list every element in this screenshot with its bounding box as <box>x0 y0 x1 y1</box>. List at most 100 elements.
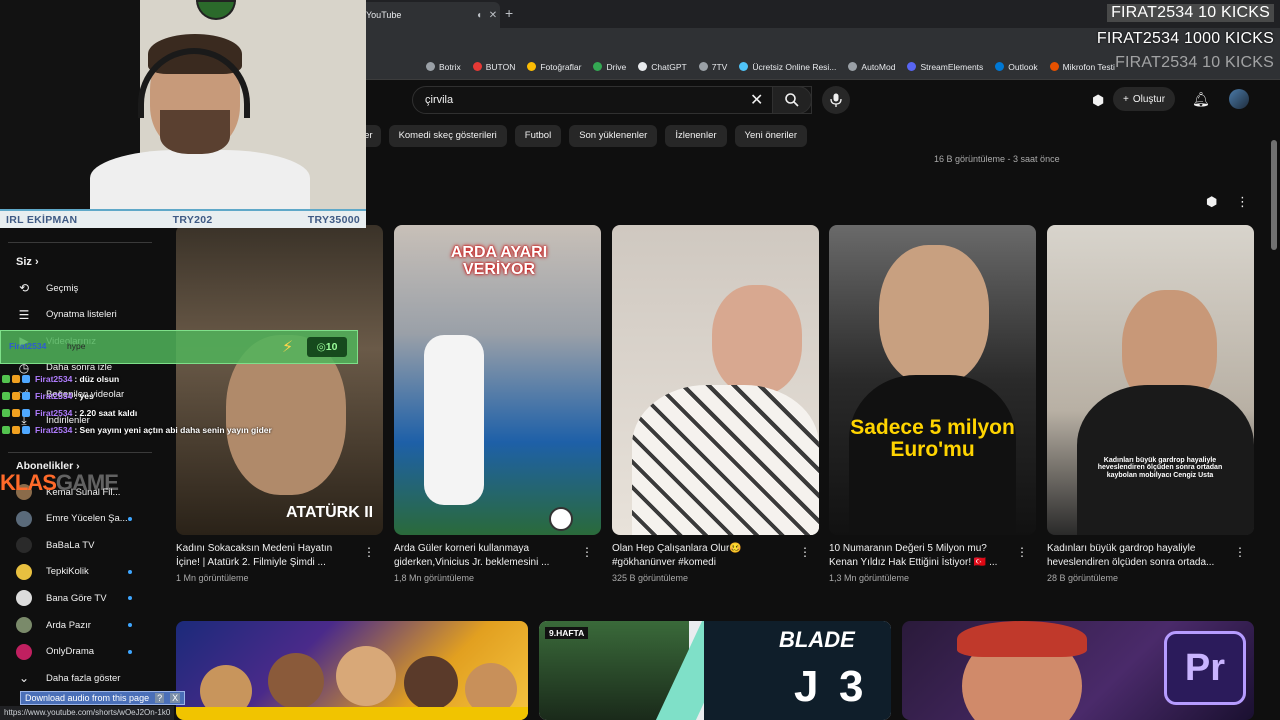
bookmark-item[interactable]: Drive <box>593 62 626 72</box>
short-views: 1 Mn görüntüleme <box>176 573 249 583</box>
video-thumbnail[interactable] <box>176 621 528 720</box>
chat-text: : Sen yayını yeni açtın abi daha senin y… <box>74 424 272 435</box>
sidebar-divider <box>8 242 152 243</box>
short-title[interactable]: 10 Numaranın Değeri 5 Milyon mu? Kenan Y… <box>829 542 1009 570</box>
player-illustration <box>424 335 484 505</box>
shorts-more-icon[interactable]: ⋮ <box>1236 194 1249 210</box>
donation-goal-bar: IRL EKİPMAN TRY202 TRY35000 <box>0 209 366 228</box>
thumbnail-number: 3 <box>839 662 864 711</box>
gift-badge-icon <box>22 391 30 400</box>
filter-chip[interactable]: Yeni öneriler <box>734 125 807 147</box>
filter-chip[interactable]: Son yüklenenler <box>569 125 658 147</box>
sidebar-you-heading[interactable]: Siz › <box>16 256 39 268</box>
bookmark-label: BUTON <box>485 61 516 72</box>
create-button[interactable]: + Oluştur <box>1113 87 1176 111</box>
lightning-icon: ⚡ <box>282 339 294 356</box>
close-icon[interactable]: X <box>170 693 181 703</box>
gift-badge-icon <box>22 408 30 417</box>
more-options-icon[interactable]: ⋮ <box>1016 545 1028 559</box>
short-views: 1,8 Mn görüntüleme <box>394 573 475 583</box>
chat-message: Firat2534: düz olsun <box>2 370 362 387</box>
channel-avatar <box>16 510 32 527</box>
chat-message: Firat2534: 2.20 saat kaldı <box>2 404 362 421</box>
chat-username[interactable]: Firat2534 <box>35 408 72 418</box>
subscription-item[interactable]: BaBaLa TV <box>16 535 94 555</box>
download-audio-label[interactable]: Download audio from this page <box>25 693 149 703</box>
stream-chat: Firat2534: düz olsun Firat2534: yes Firat2… <box>2 370 362 438</box>
notifications-bell-icon[interactable]: 🔔︎ <box>1192 91 1210 108</box>
chat-username[interactable]: Firat2534 <box>35 391 72 401</box>
bookmark-item[interactable]: Fotoğraflar <box>527 62 581 72</box>
subscription-item[interactable]: Arda Pazır <box>16 615 91 635</box>
short-title[interactable]: Olan Hep Çalışanlara Olur🥴 #gökhanünver … <box>612 542 792 570</box>
hair-illustration <box>957 621 1087 657</box>
filter-chip[interactable]: Futbol <box>514 125 562 147</box>
more-options-icon[interactable]: ⋮ <box>1234 545 1246 559</box>
bookmark-item[interactable]: BUTON <box>472 61 516 72</box>
speaker-icon[interactable]: ◖ <box>472 10 486 21</box>
voice-search-button[interactable] <box>822 86 850 114</box>
short-title[interactable]: Kadını Sokacaksın Medeni Hayatın İçine! … <box>176 542 356 570</box>
short-thumbnail[interactable]: Kadınları büyük gardrop hayaliyle hevesl… <box>1047 225 1254 535</box>
short-thumbnail[interactable]: Sadece 5 milyon Euro'mu <box>829 225 1036 535</box>
search-button[interactable] <box>772 86 812 114</box>
bookmark-item[interactable]: Outlook <box>995 61 1038 72</box>
account-avatar[interactable] <box>1229 89 1249 109</box>
chat-username[interactable]: Firat2534 <box>35 374 72 384</box>
mod-badge-icon <box>2 425 10 434</box>
subscription-item[interactable]: OnlyDrama <box>16 642 94 662</box>
bookmark-label: 7TV <box>711 61 728 72</box>
more-options-icon[interactable]: ⋮ <box>799 545 811 559</box>
sidebar-item[interactable]: ☰ Oynatma listeleri <box>16 305 117 325</box>
bookmark-item[interactable]: Mikrofon Testi <box>1049 62 1115 72</box>
short-title[interactable]: Arda Güler korneri kullanmaya giderken,V… <box>394 542 574 570</box>
bookmark-item[interactable]: Ücretsiz Online Resi... <box>739 62 836 72</box>
filter-chip[interactable]: Komedi skeç gösterileri <box>388 125 507 147</box>
chat-message: Firat2534: Sen yayını yeni açtın abi dah… <box>2 421 362 438</box>
page-scrollbar[interactable] <box>1271 140 1277 250</box>
video-thumbnail[interactable]: Pr <box>902 621 1254 720</box>
shorts-cast-icon[interactable]: ⬢ <box>1206 194 1217 210</box>
subscription-item[interactable]: TepkiKolik <box>16 562 89 582</box>
channel-name: BaBaLa TV <box>46 539 95 551</box>
short-card[interactable]: Kadınları büyük gardrop hayaliyle hevesl… <box>1047 225 1254 583</box>
mod-badge-icon <box>2 391 10 400</box>
bookmark-item[interactable]: Botrix <box>426 62 461 72</box>
bookmark-item[interactable]: AutoMod <box>848 62 895 72</box>
new-content-dot-icon <box>128 649 132 654</box>
subscription-item[interactable]: Bana Göre TV <box>16 588 107 608</box>
download-audio-bar[interactable]: Download audio from this page ? X <box>20 691 186 705</box>
sidebar-item[interactable]: ⟲ Geçmiş <box>16 278 78 298</box>
new-tab-icon[interactable]: + <box>505 5 513 21</box>
short-thumbnail[interactable] <box>612 225 819 535</box>
more-options-icon[interactable]: ⋮ <box>581 545 593 559</box>
cast-icon[interactable]: ⬢ <box>1092 92 1104 109</box>
short-card[interactable]: Sadece 5 milyon Euro'mu 10 Numaranın Değe… <box>829 225 1036 583</box>
chat-username[interactable]: Firat2534 <box>35 425 72 435</box>
browser-tab[interactable]: YouTube ◖ ✕ <box>360 2 500 28</box>
sub-badge-icon <box>12 374 20 383</box>
short-title[interactable]: Kadınları büyük gardrop hayaliyle hevesl… <box>1047 542 1227 570</box>
bookmark-item[interactable]: ChatGPT <box>638 62 687 72</box>
streamer-shirt <box>90 150 310 210</box>
help-icon[interactable]: ? <box>155 693 165 703</box>
sidebar-item-label: Oynatma listeleri <box>46 309 117 320</box>
short-thumbnail[interactable]: ARDA AYARI VERİYOR <box>394 225 601 535</box>
person-face <box>712 285 802 395</box>
bookmark-item[interactable]: StreamElements <box>907 62 983 72</box>
clear-search-icon[interactable]: ✕ <box>750 90 763 110</box>
subscription-item[interactable]: Emre Yücelen Şa... <box>16 509 128 529</box>
klas-game-logo: KLASGAME <box>0 470 119 495</box>
bookmark-favicon-icon <box>907 62 917 71</box>
goal-target: TRY35000 <box>307 213 360 226</box>
more-options-icon[interactable]: ⋮ <box>363 545 375 559</box>
short-card[interactable]: Olan Hep Çalışanlara Olur🥴 #gökhanünver … <box>612 225 819 583</box>
short-card[interactable]: ARDA AYARI VERİYOR Arda Güler korneri kul… <box>394 225 601 583</box>
filter-chip[interactable]: İzlenenler <box>665 125 727 147</box>
sidebar-divider <box>8 452 152 453</box>
bookmark-item[interactable]: 7TV <box>698 61 728 72</box>
show-more-button[interactable]: ⌄ Daha fazla göster <box>16 668 121 688</box>
bookmark-label: Outlook <box>1008 61 1038 72</box>
video-thumbnail[interactable]: 9.HAFTA BLADE J 3 <box>539 621 891 720</box>
close-tab-icon[interactable]: ✕ <box>486 10 500 21</box>
